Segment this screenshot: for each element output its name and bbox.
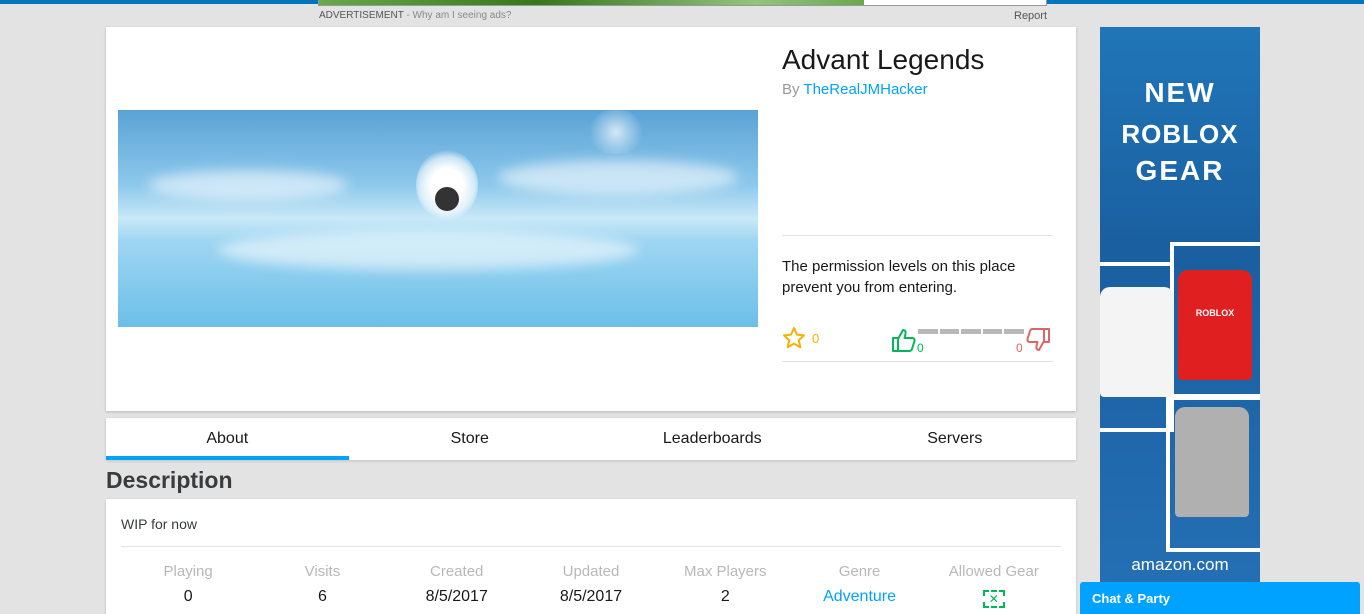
moon-image [585,110,647,154]
description-card: WIP for now Playing 0 Visits 6 Created 8… [106,499,1076,614]
downvote-count: 0 [1016,341,1023,355]
divider [782,361,1053,362]
vote-panel: 0 0 [891,327,1051,357]
ad-brand: amazon.com [1131,555,1229,574]
stat-playing: Playing 0 [121,563,255,608]
genre-link[interactable]: Adventure [792,588,926,606]
gear-none-icon: ✕ [982,590,1005,608]
top-advertisement-banner[interactable] [318,0,1047,6]
divider [121,546,1061,547]
stat-value: 8/5/2017 [425,588,488,605]
creator-link[interactable]: TheRealJMHacker [803,81,927,98]
divider [782,235,1053,236]
gray-shirt-image [1175,407,1249,517]
stat-allowed-gear: Allowed Gear ✕ [927,563,1061,608]
stat-genre: Genre Adventure [792,563,926,608]
favorite-button[interactable]: 0 [782,326,819,350]
ad-headline-new: NEW [1144,77,1216,108]
ad-shirt-grid: ROBLOX [1100,242,1260,552]
stat-label: Updated [562,563,620,580]
tab-store[interactable]: Store [349,418,592,460]
stat-value: 6 [317,588,327,605]
description-text: WIP for now [121,516,197,532]
chat-party-button[interactable]: Chat & Party [1080,582,1360,614]
stat-visits: Visits 6 [255,563,389,608]
game-stats: Playing 0 Visits 6 Created 8/5/2017 Upda… [121,563,1061,608]
vote-ratio-bar [918,329,1024,334]
ad-report-link[interactable]: Report [1014,10,1047,22]
stat-label: Genre [838,563,881,580]
permission-message: The permission levels on this place prev… [782,258,1016,296]
ad-caption-label: ADVERTISEMENT [319,10,404,21]
stat-value: 0 [183,588,193,605]
game-details-card: Advant Legends By TheRealJMHacker The pe… [106,27,1076,411]
stat-created: Created 8/5/2017 [390,563,524,608]
by-label: By [782,81,800,98]
stat-value: 8/5/2017 [559,588,623,605]
stat-label: Allowed Gear [948,563,1039,580]
stat-label: Playing [163,563,213,580]
stat-label: Max Players [684,563,767,580]
tab-about[interactable]: About [106,418,349,460]
thumbs-up-icon[interactable] [891,327,917,353]
game-title: Advant Legends [782,44,985,75]
ad-caption: ADVERTISEMENT - Why am I seeing ads? [319,10,511,21]
orb-image [435,187,459,211]
white-shirt-image [1100,287,1174,397]
favorite-count: 0 [812,330,820,346]
game-tabs: About Store Leaderboards Servers [106,418,1076,460]
description-heading: Description [106,467,233,493]
upvote-count: 0 [917,341,924,355]
side-advertisement[interactable]: NEW ROBLOX GEAR ROBLOX amazon.com [1100,27,1260,587]
game-creator: By TheRealJMHacker [782,81,928,98]
why-ads-link[interactable]: - Why am I seeing ads? [404,10,511,21]
red-shirt-image: ROBLOX [1178,270,1252,380]
ad-headline-brand: ROBLOX [1121,119,1239,149]
stat-max-players: Max Players 2 [658,563,792,608]
tab-leaderboards[interactable]: Leaderboards [591,418,834,460]
game-thumbnail[interactable] [118,110,758,327]
star-icon [783,327,805,349]
thumbs-down-icon[interactable] [1025,327,1051,353]
tab-servers[interactable]: Servers [834,418,1077,460]
stat-label: Created [430,563,484,580]
ad-headline-gear: GEAR [1135,155,1225,186]
stat-updated: Updated 8/5/2017 [524,563,658,608]
shirt-label: ROBLOX [1195,308,1235,318]
stat-label: Visits [304,563,341,580]
stat-value: 2 [720,588,730,605]
